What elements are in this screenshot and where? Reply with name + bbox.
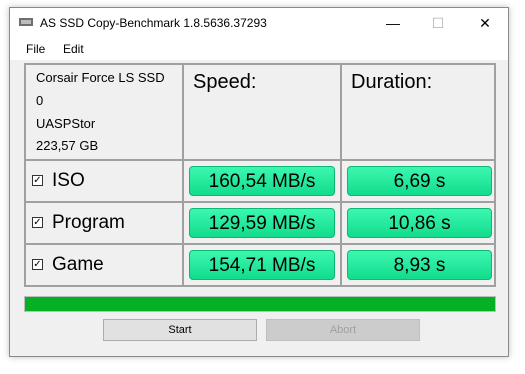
iso-speed-cell: 160,54 MB/s — [183, 160, 341, 202]
progress-bar — [24, 296, 496, 312]
iso-label: ISO — [52, 170, 85, 191]
drive-index: 0 — [36, 93, 44, 108]
iso-duration-cell: 6,69 s — [341, 160, 495, 202]
program-duration-result: 10,86 s — [347, 208, 492, 238]
abort-button[interactable]: Abort — [266, 319, 420, 341]
iso-checkbox[interactable]: ✓ — [32, 175, 43, 186]
duration-header: Duration: — [351, 71, 433, 93]
program-speed-result: 129,59 MB/s — [189, 208, 335, 238]
progress-fill — [25, 297, 495, 311]
game-duration-cell: 8,93 s — [341, 244, 495, 286]
close-button[interactable]: ✕ — [462, 8, 508, 38]
speed-header: Speed: — [193, 71, 257, 93]
drive-driver: UASPStor — [36, 116, 96, 131]
app-icon — [19, 18, 33, 26]
title-bar: AS SSD Copy-Benchmark 1.8.5636.37293 — ☐… — [10, 8, 508, 38]
iso-duration-result: 6,69 s — [347, 166, 492, 196]
game-speed-cell: 154,71 MB/s — [183, 244, 341, 286]
drive-info-cell: Corsair Force LS SSD 0 UASPStor 223,57 G… — [25, 64, 183, 160]
iso-speed-result: 160,54 MB/s — [189, 166, 335, 196]
duration-header-cell: Duration: — [341, 64, 495, 160]
maximize-button[interactable]: ☐ — [415, 8, 461, 38]
start-button[interactable]: Start — [103, 319, 257, 341]
speed-header-cell: Speed: — [183, 64, 341, 160]
row-label-cell: ✓ ISO — [25, 160, 183, 202]
program-speed-cell: 129,59 MB/s — [183, 202, 341, 244]
minimize-button[interactable]: — — [370, 8, 416, 38]
drive-size: 223,57 GB — [36, 138, 99, 153]
game-checkbox[interactable]: ✓ — [32, 259, 43, 270]
results-grid: Corsair Force LS SSD 0 UASPStor 223,57 G… — [24, 63, 496, 287]
app-window: AS SSD Copy-Benchmark 1.8.5636.37293 — ☐… — [9, 7, 509, 357]
game-duration-result: 8,93 s — [347, 250, 492, 280]
program-checkbox[interactable]: ✓ — [32, 217, 43, 228]
program-label: Program — [52, 212, 125, 233]
drive-model: Corsair Force LS SSD — [36, 70, 165, 85]
game-label: Game — [52, 254, 104, 275]
row-label-cell: ✓ Program — [25, 202, 183, 244]
menu-bar: File Edit — [10, 38, 508, 60]
game-speed-result: 154,71 MB/s — [189, 250, 335, 280]
program-duration-cell: 10,86 s — [341, 202, 495, 244]
window-title: AS SSD Copy-Benchmark 1.8.5636.37293 — [40, 16, 267, 30]
menu-edit[interactable]: Edit — [63, 42, 84, 56]
menu-file[interactable]: File — [26, 42, 45, 56]
row-label-cell: ✓ Game — [25, 244, 183, 286]
